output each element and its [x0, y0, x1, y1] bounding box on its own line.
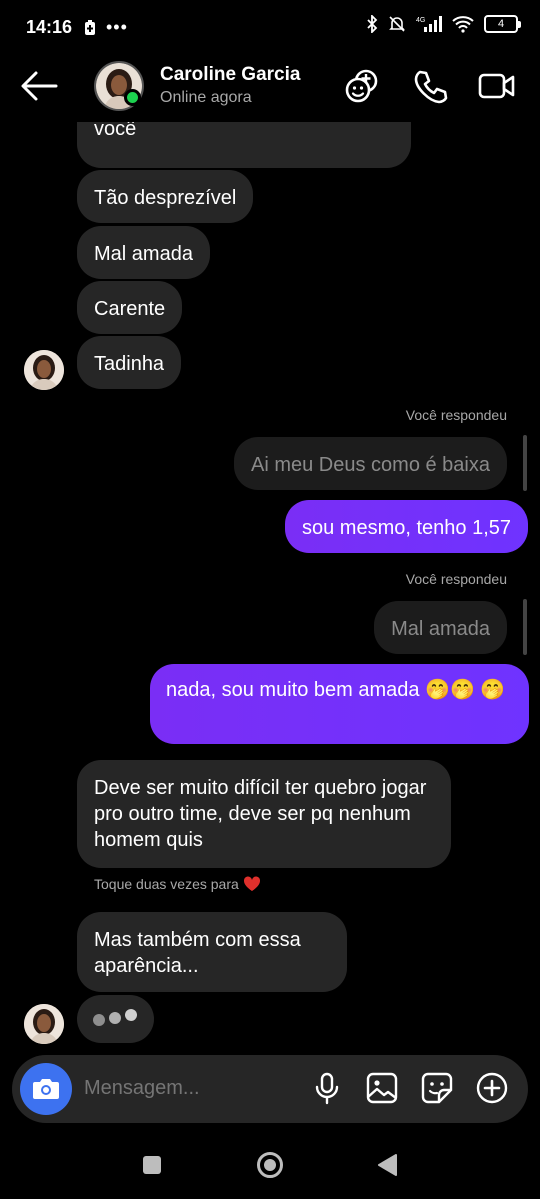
reply-label: Você respondeu — [405, 571, 507, 587]
online-status-indicator — [124, 89, 141, 106]
heart-icon — [243, 876, 260, 891]
back-arrow-icon[interactable] — [20, 70, 58, 102]
cell-signal-icon: 4G — [416, 16, 442, 32]
message-text: Mas também com essa aparência... — [94, 929, 301, 977]
chat-header: Caroline Garcia Online agora — [0, 56, 540, 122]
message-text: sou mesmo, tenho 1,57 — [301, 517, 511, 539]
contact-name[interactable]: Caroline Garcia — [160, 64, 300, 86]
video-call-icon[interactable] — [478, 68, 516, 104]
home-circle-icon[interactable] — [256, 1151, 284, 1179]
more-dots-icon: ••• — [106, 17, 128, 37]
status-notification-icons: ••• — [84, 17, 128, 38]
reply-label: Você respondeu — [405, 407, 507, 423]
wifi-icon — [452, 16, 474, 33]
incoming-message[interactable]: Tão desprezível — [77, 170, 254, 223]
quote-bar — [523, 435, 527, 491]
microphone-icon[interactable] — [310, 1071, 344, 1105]
message-text: Mal amada — [94, 243, 193, 265]
add-plus-icon[interactable] — [475, 1071, 509, 1105]
phone-call-icon[interactable] — [412, 68, 450, 104]
message-text: Tadinha — [94, 353, 165, 375]
message-text: nada, sou muito bem amada 🤭🤭 🤭 — [166, 679, 506, 701]
typing-indicator — [77, 995, 154, 1043]
hint-text: Toque duas vezes para — [94, 876, 239, 892]
incoming-message[interactable]: Deve ser muito difícil ter quebro jogar … — [77, 760, 451, 868]
quoted-message[interactable]: Ai meu Deus como é baixa — [233, 437, 507, 490]
incoming-message[interactable]: Tadinha — [77, 336, 182, 389]
incoming-message[interactable]: Mal amada — [77, 226, 210, 279]
incoming-message[interactable]: Mas também com essa aparência... — [77, 912, 347, 992]
recents-square-icon[interactable] — [142, 1155, 162, 1175]
effects-icon[interactable] — [344, 68, 382, 104]
message-composer — [12, 1055, 528, 1123]
back-triangle-icon[interactable] — [376, 1153, 398, 1177]
incoming-message[interactable]: Carente — [77, 281, 183, 334]
message-text: Tão desprezível — [94, 187, 237, 209]
gallery-icon[interactable] — [365, 1071, 399, 1105]
sender-avatar[interactable] — [24, 1004, 64, 1044]
quoted-text: Ai meu Deus como é baixa — [250, 454, 490, 476]
status-time: 14:16 — [26, 17, 73, 37]
sender-avatar[interactable] — [24, 350, 64, 390]
bluetooth-icon — [367, 15, 378, 33]
battery-saver-icon — [85, 19, 95, 35]
message-input[interactable] — [84, 1077, 284, 1100]
message-thread[interactable]: você Tão desprezível Mal amada Carente T… — [0, 122, 540, 1052]
message-text: Carente — [94, 298, 166, 320]
sticker-icon[interactable] — [420, 1071, 454, 1105]
battery-icon: 4 — [484, 15, 521, 33]
outgoing-message[interactable]: sou mesmo, tenho 1,57 — [284, 500, 528, 553]
typing-dots-icon — [93, 1009, 137, 1026]
muted-bell-icon — [389, 16, 405, 32]
quote-bar — [523, 599, 527, 655]
quoted-message[interactable]: Mal amada — [374, 601, 507, 654]
outgoing-message[interactable]: nada, sou muito bem amada 🤭🤭 🤭 — [150, 664, 529, 744]
message-text: Deve ser muito difícil ter quebro jogar … — [94, 777, 427, 851]
status-bar: 14:16 ••• 4G 4 — [0, 0, 540, 56]
status-right-icons: 4G 4 — [366, 15, 521, 33]
message-text: você — [94, 122, 137, 140]
contact-status: Online agora — [160, 89, 252, 106]
double-tap-hint: Toque duas vezes para — [94, 876, 261, 892]
system-navigation-bar — [0, 1130, 540, 1199]
quoted-text: Mal amada — [391, 618, 490, 640]
network-type: 4G — [416, 17, 425, 24]
camera-button[interactable] — [20, 1063, 72, 1115]
camera-icon — [33, 1079, 59, 1099]
incoming-message[interactable]: você — [77, 122, 411, 168]
